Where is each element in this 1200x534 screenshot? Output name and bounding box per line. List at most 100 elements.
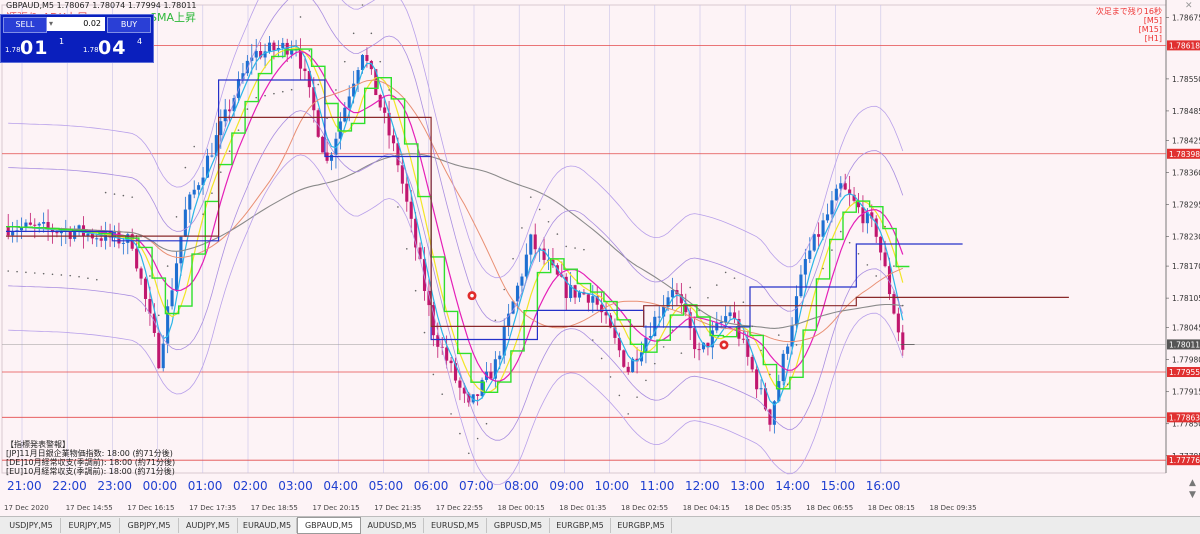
time-label: 21:00	[7, 479, 42, 493]
candle-body	[697, 349, 701, 351]
candle-body	[347, 96, 351, 108]
sar-dot	[591, 339, 594, 341]
candle-body	[59, 231, 63, 234]
date-label: 18 Dec 08:15	[868, 504, 915, 512]
candle-body	[161, 343, 165, 369]
bar-countdown: 次足まで残り16秒 [M5] [M15] [H1]	[1096, 7, 1162, 43]
sar-dot	[848, 241, 851, 244]
candle-body	[365, 55, 369, 61]
tab-symbol[interactable]: EURAUD,M5	[238, 518, 297, 533]
sar-dot	[255, 96, 258, 99]
sar-dot	[149, 275, 151, 277]
date-label: 17 Dec 17:35	[189, 504, 236, 512]
sar-dot	[326, 117, 328, 120]
candle-body	[445, 347, 449, 361]
lot-spinner-icon[interactable]: ▾	[49, 17, 53, 31]
tab-symbol[interactable]: EURGBP,M5	[550, 518, 611, 533]
candle-body	[786, 346, 790, 354]
tab-symbol[interactable]: EURUSD,M5	[424, 518, 487, 533]
sar-dot	[184, 166, 187, 169]
date-label: 18 Dec 09:35	[930, 504, 977, 512]
tab-symbol[interactable]: EURGBP,M5	[611, 518, 672, 533]
sell-button[interactable]: SELL	[3, 17, 47, 33]
candle-body	[267, 42, 272, 52]
symbol-tab-bar: USDJPY,M5 EURJPY,M5 GBPJPY,M5 AUDJPY,M5 …	[0, 516, 1200, 534]
tab-symbol[interactable]: USDJPY,M5	[2, 518, 61, 533]
sar-dot	[25, 271, 27, 274]
lot-size-input[interactable]: ▾ 0.02	[47, 17, 105, 31]
ma-orange-line	[8, 79, 903, 343]
price-label: 1.77776	[1169, 456, 1200, 465]
candle-body	[834, 188, 838, 201]
time-label: 05:00	[369, 479, 404, 493]
tab-symbol[interactable]: AUDUSD,M5	[361, 518, 424, 533]
plot-frame	[1, 4, 1167, 474]
sar-dot	[16, 270, 18, 273]
scroll-up-icon[interactable]: ▲	[1189, 478, 1196, 488]
time-label: 14:00	[775, 479, 810, 493]
sar-dot	[875, 275, 878, 277]
buy-price[interactable]: 1.78 04 4	[81, 35, 151, 61]
sar-dot	[388, 89, 390, 91]
sar-dot	[33, 272, 36, 274]
price-tick-label: 1.77980	[1172, 356, 1200, 365]
date-label: 17 Dec 14:55	[66, 504, 113, 512]
candle-body	[449, 360, 453, 364]
candle-body	[405, 183, 409, 202]
sar-dot	[494, 319, 497, 322]
sar-dot	[370, 32, 373, 35]
tab-symbol[interactable]: GBPUSD,M5	[487, 518, 550, 533]
sar-dot	[352, 32, 355, 35]
sar-dot	[769, 373, 771, 376]
sar-dot	[281, 90, 284, 93]
sar-dot	[131, 196, 134, 198]
candle-body	[188, 194, 192, 210]
sar-dot	[202, 213, 204, 216]
sar-dot	[760, 349, 762, 352]
close-icon[interactable]: ✕	[1185, 2, 1194, 11]
candle-body	[489, 371, 493, 379]
price-tick-label: 1.78230	[1172, 233, 1200, 242]
sar-dot	[423, 331, 426, 334]
candle-body	[143, 278, 148, 299]
sar-dot	[273, 92, 275, 95]
candle-body	[825, 214, 830, 221]
candle-body	[458, 380, 462, 388]
scroll-down-icon[interactable]: ▼	[1189, 490, 1196, 500]
sell-price[interactable]: 1.78 01 1	[3, 35, 73, 61]
date-label: 18 Dec 04:15	[683, 504, 730, 512]
price-label: 1.77955	[1169, 368, 1200, 377]
sar-dot	[901, 304, 904, 307]
time-label: 22:00	[52, 479, 87, 493]
time-label: 09:00	[549, 479, 584, 493]
news-line: [JP]11月日銀企業物価指数: 18:00 (約71分後)	[6, 449, 173, 458]
price-label: 1.78011	[1169, 340, 1200, 349]
tab-symbol[interactable]: EURJPY,M5	[61, 518, 120, 533]
sar-dot	[219, 171, 222, 173]
tab-symbol-active[interactable]: GBPAUD,M5	[297, 517, 361, 534]
sar-dot	[751, 325, 754, 328]
price-chart[interactable]: 21:00 22:00 23:00 00:00 01:00 02:00 03:00 04:00…	[0, 0, 1200, 533]
candle-body	[759, 388, 763, 390]
candle-body	[843, 183, 847, 190]
price-label: 1.78618	[1169, 41, 1200, 50]
buy-price-big: 04	[98, 37, 127, 59]
candle-body	[170, 290, 174, 307]
sar-dot	[698, 309, 700, 312]
sar-dot	[246, 108, 249, 110]
news-alert-box: 【指標発表警報】 [JP]11月日銀企業物価指数: 18:00 (約71分後) …	[6, 440, 175, 476]
time-label: 13:00	[730, 479, 765, 493]
candle-body	[400, 165, 404, 184]
sar-dot	[512, 257, 514, 260]
time-label: 00:00	[143, 479, 178, 493]
tab-symbol[interactable]: GBPJPY,M5	[120, 518, 179, 533]
time-label: 01:00	[188, 479, 223, 493]
date-label: 18 Dec 00:15	[498, 504, 545, 512]
candle-body	[303, 68, 307, 72]
time-label: 12:00	[685, 479, 720, 493]
candle-body	[73, 231, 77, 239]
candle-body	[750, 356, 754, 370]
candle-body	[622, 350, 626, 367]
buy-button[interactable]: BUY	[107, 17, 151, 33]
tab-symbol[interactable]: AUDJPY,M5	[179, 518, 238, 533]
